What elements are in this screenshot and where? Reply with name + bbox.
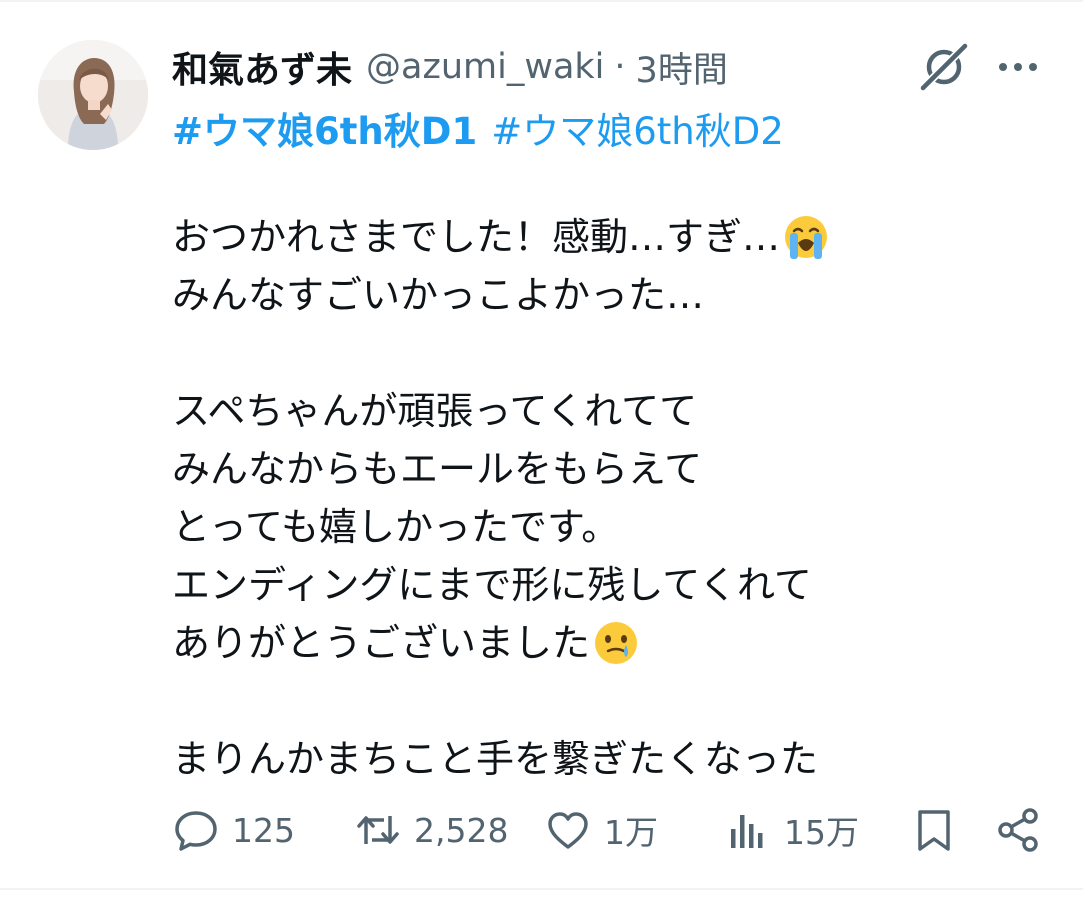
post-body: おつかれさまでした！感動…すぎ… みんなすごいかっこよかった… スペちゃんが頑張… — [172, 208, 1032, 788]
post-text-line: みんなからもエールをもらえて — [172, 440, 1032, 498]
post-text-line-3: スペちゃんが頑張ってくれてて — [172, 389, 698, 433]
reply-count: 125 — [232, 810, 295, 850]
post-header: 和氣あず未 @azumi_waki · 3時間 — [172, 40, 728, 94]
post-text-line-5: とっても嬉しかったです。 — [172, 505, 620, 549]
post-time[interactable]: 3時間 — [636, 42, 728, 93]
like-icon — [544, 806, 592, 854]
reply-icon — [172, 806, 220, 854]
post-text-line: ありがとうございました — [172, 614, 1032, 672]
author-display-name[interactable]: 和氣あず未 — [172, 41, 352, 93]
hashtag-link-1[interactable]: #ウマ娘6th秋D1 — [172, 101, 477, 155]
hashtag-link-2[interactable]: #ウマ娘6th秋D2 — [491, 101, 784, 155]
top-divider — [0, 0, 1083, 2]
post-text-line-4: みんなからもエールをもらえて — [172, 447, 703, 491]
avatar[interactable] — [38, 40, 148, 150]
post-text-line-8: まりんかまちこと手を繋ぎたくなった — [172, 737, 819, 781]
post-text-line: まりんかまちこと手を繋ぎたくなった — [172, 730, 1032, 788]
face-holding-back-tears-emoji — [592, 619, 640, 667]
header-separator: · — [614, 47, 626, 87]
retweet-icon — [354, 806, 402, 854]
bottom-divider — [0, 888, 1083, 890]
post-text-line: みんなすごいかっこよかった… — [172, 266, 1032, 324]
post-text-line: エンディングにまで形に残してくれて — [172, 556, 1032, 614]
views-icon — [724, 806, 772, 854]
post-text-line-1: おつかれさまでした！感動…すぎ… — [172, 215, 781, 259]
post-text-line: とっても嬉しかったです。 — [172, 498, 1032, 556]
author-handle[interactable]: @azumi_waki — [366, 47, 604, 87]
share-button[interactable] — [994, 800, 1042, 860]
post-text-line-6: エンディングにまで形に残してくれて — [172, 563, 812, 607]
post-text-line-2: みんなすごいかっこよかった… — [172, 273, 705, 317]
post-text-line-7: ありがとうございました — [172, 621, 591, 665]
bookmark-icon — [910, 806, 958, 854]
share-icon — [994, 806, 1042, 854]
action-bar: 125 2,528 1万 15万 — [172, 800, 1052, 860]
repost-count: 2,528 — [414, 810, 509, 850]
hashtag-row: #ウマ娘6th秋D1 #ウマ娘6th秋D2 — [172, 102, 784, 154]
loudly-crying-face-emoji — [782, 213, 830, 261]
post-text-line: スペちゃんが頑張ってくれてて — [172, 382, 1032, 440]
post-text-line: おつかれさまでした！感動…すぎ… — [172, 208, 1032, 266]
repost-button[interactable]: 2,528 — [354, 800, 508, 860]
grok-icon[interactable] — [917, 42, 971, 92]
more-icon[interactable] — [994, 52, 1042, 82]
avatar-photo — [38, 40, 148, 150]
like-button[interactable]: 1万 — [544, 800, 658, 860]
reply-button[interactable]: 125 — [172, 800, 295, 860]
like-count: 1万 — [604, 813, 658, 852]
views-button[interactable]: 15万 — [724, 800, 859, 860]
view-count: 15万 — [784, 813, 859, 852]
bookmark-button[interactable] — [910, 800, 958, 860]
